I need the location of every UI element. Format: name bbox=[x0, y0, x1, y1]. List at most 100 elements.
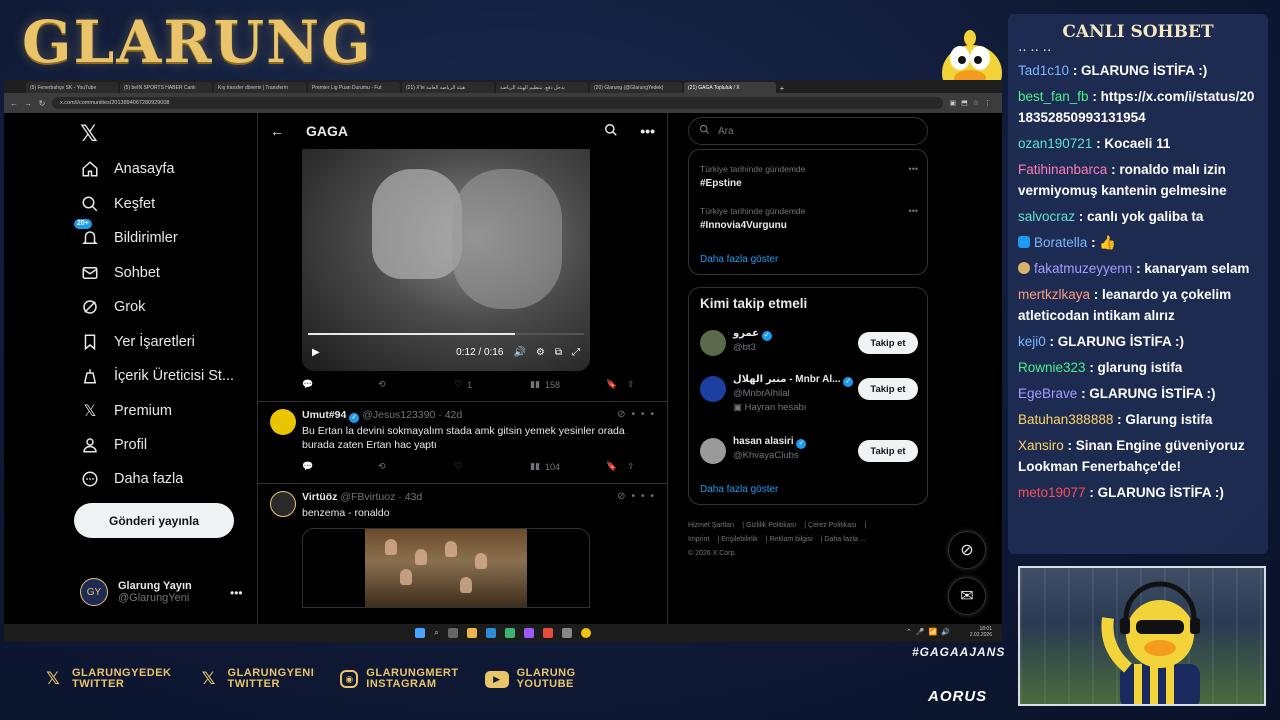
more-dots-icon[interactable]: ••• bbox=[909, 206, 918, 216]
browser-tab[interactable]: Kış transfer dönemi | Transferm bbox=[214, 82, 306, 93]
chrome-icon[interactable] bbox=[580, 628, 591, 638]
tweet[interactable]: Virtüöz @FBvirtuoz · 43d ⊘••• benzema - … bbox=[270, 491, 660, 531]
nav-home[interactable]: Anasayfa bbox=[80, 159, 174, 179]
grok-float-button[interactable]: ⊘ bbox=[948, 531, 986, 569]
bookmark-icon[interactable]: 🔖 bbox=[606, 379, 627, 390]
follow-button[interactable]: Takip et bbox=[858, 378, 918, 400]
forward-icon[interactable]: → bbox=[24, 99, 32, 108]
reply-icon[interactable]: 💬 bbox=[302, 461, 378, 472]
nav-profile[interactable]: Profil bbox=[80, 435, 147, 455]
app-icon[interactable] bbox=[561, 628, 572, 638]
follow-suggestion[interactable]: منبر الهلال - Mnbr Al... ✓ @MnbrAlhilal … bbox=[700, 374, 918, 418]
account-switcher[interactable]: GY Glarung Yayın @GlarungYeni ••• bbox=[80, 578, 243, 606]
views-button[interactable]: ▮▮ 158 bbox=[530, 379, 606, 390]
video-time: 0:12 / 0:16 bbox=[456, 347, 504, 358]
browser-tab[interactable]: (20) Glarung (@GlarungYedek) bbox=[590, 82, 682, 93]
share-icon[interactable]: ⇪ bbox=[627, 461, 648, 472]
nav-label: Premium bbox=[114, 403, 173, 419]
footer-link[interactable]: Daha fazla ... bbox=[824, 536, 865, 543]
nav-bookmarks[interactable]: Yer İşaretleri bbox=[80, 332, 195, 352]
task-view-icon[interactable] bbox=[447, 628, 458, 638]
trend-item[interactable]: Türkiye tarihinde gündemde #Epstine ••• bbox=[700, 164, 918, 189]
footer-link[interactable]: Reklam bilgisi bbox=[770, 536, 813, 543]
browser-tab[interactable]: (5) beIN SPORTS HABER Canlı bbox=[120, 82, 212, 93]
extension-icons[interactable]: ▣⬒☆⋮ bbox=[949, 99, 996, 107]
new-tab-button[interactable]: + bbox=[778, 84, 786, 93]
system-clock[interactable]: 18:01 2.02.2026 bbox=[970, 626, 992, 638]
x-logo-icon[interactable]: 𝕏 bbox=[80, 121, 98, 147]
video-frame-hand bbox=[372, 169, 462, 279]
settings-icon[interactable]: ⚙ bbox=[536, 347, 545, 358]
search-icon[interactable]: ⌕ bbox=[434, 628, 438, 638]
browser-tab-active[interactable]: (21) GAGA Topluluk / X bbox=[684, 82, 776, 93]
video-progress-fill bbox=[308, 333, 515, 335]
browser-tab[interactable]: (21) X'te هيئة الرياضة العامة bbox=[402, 82, 494, 93]
tweet-tools[interactable]: ⊘••• bbox=[617, 491, 660, 502]
share-icon[interactable]: ⇪ bbox=[627, 379, 648, 390]
avatar: GY bbox=[80, 578, 108, 606]
volume-icon[interactable]: 🔊 bbox=[513, 347, 525, 358]
like-icon[interactable]: ♡ bbox=[454, 461, 530, 472]
edge-icon[interactable] bbox=[485, 628, 496, 638]
search-icon[interactable] bbox=[604, 123, 618, 140]
video-progress-bar[interactable] bbox=[308, 333, 584, 335]
system-tray-icons[interactable]: ⌃🎤📶🔊 bbox=[906, 628, 954, 636]
nav-messages[interactable]: Sohbet bbox=[80, 263, 160, 283]
nav-grok[interactable]: Grok bbox=[80, 297, 145, 317]
more-dots-icon[interactable]: ••• bbox=[640, 123, 655, 139]
follow-suggestion[interactable]: hasan alasiri ✓ @KhvayaClubs Takip et bbox=[700, 436, 918, 480]
nav-premium[interactable]: 𝕏 Premium bbox=[80, 401, 172, 421]
back-icon[interactable]: ← bbox=[10, 99, 18, 108]
bookmark-icon[interactable]: 🔖 bbox=[606, 461, 627, 472]
nav-explore[interactable]: Keşfet bbox=[80, 194, 155, 214]
retweet-icon[interactable]: ⟲ bbox=[378, 461, 454, 472]
back-arrow-icon[interactable]: ← bbox=[270, 123, 284, 139]
file-explorer-icon[interactable] bbox=[466, 628, 477, 638]
follow-button[interactable]: Takip et bbox=[858, 440, 918, 462]
social-links: 𝕏 GLARUNGYEDEK TWITTER 𝕏 GLARUNGYENI TWITT… bbox=[42, 668, 576, 690]
pip-icon[interactable]: ⧉ bbox=[555, 347, 562, 358]
fullscreen-icon[interactable]: ⤢ bbox=[572, 347, 580, 358]
footer-link[interactable]: Hizmet Şartları bbox=[688, 522, 734, 529]
retweet-icon[interactable]: ⟲ bbox=[378, 379, 454, 390]
footer-link[interactable]: Çerez Politikası bbox=[808, 522, 857, 529]
more-dots-icon[interactable]: ••• bbox=[909, 164, 918, 174]
show-more-link[interactable]: Daha fazla göster bbox=[700, 254, 778, 265]
show-more-link[interactable]: Daha fazla göster bbox=[700, 484, 778, 495]
footer-link[interactable]: Gizlilik Politikası bbox=[746, 522, 796, 529]
reply-icon[interactable]: 💬 bbox=[302, 379, 378, 390]
browser-tab[interactable]: (5) Fenerbahçe SK - YouTube bbox=[26, 82, 118, 93]
nav-notifications[interactable]: 20+ Bildirimler bbox=[74, 219, 178, 248]
more-dots-icon[interactable]: ••• bbox=[230, 586, 243, 600]
follow-button[interactable]: Takip et bbox=[858, 332, 918, 354]
reload-icon[interactable]: ↻ bbox=[38, 99, 46, 108]
tweet-tools[interactable]: ⊘••• bbox=[617, 409, 660, 420]
browser-tab[interactable]: يدخل دفع. بتنظيم الهيئة الرياضة bbox=[496, 82, 588, 93]
nav-creator-studio[interactable]: İçerik Üreticisi St... bbox=[80, 366, 234, 386]
tweet-media[interactable] bbox=[302, 528, 590, 608]
search-input[interactable]: Ara bbox=[688, 117, 928, 145]
chat-message: salvocraz : canlı yok galiba ta bbox=[1018, 206, 1258, 227]
social-link: 𝕏 GLARUNGYEDEK TWITTER bbox=[42, 668, 172, 690]
app-icon[interactable] bbox=[523, 628, 534, 638]
messages-float-button[interactable]: ✉ bbox=[948, 577, 986, 615]
tab-title: (21) X'te هيئة الرياضة العامة bbox=[406, 85, 465, 91]
views-button[interactable]: ▮▮ 104 bbox=[530, 461, 606, 472]
nav-more[interactable]: Daha fazla bbox=[80, 469, 183, 489]
video-player[interactable]: ▶ 0:12 / 0:16 🔊 ⚙ ⧉ ⤢ bbox=[302, 149, 590, 371]
trend-item[interactable]: Türkiye tarihinde gündemde #Innovia4Vurg… bbox=[700, 206, 918, 231]
avatar-badge-icon bbox=[1018, 262, 1030, 274]
windows-start-icon[interactable] bbox=[415, 628, 426, 638]
x-icon: 𝕏 bbox=[201, 669, 216, 688]
app-icon[interactable] bbox=[504, 628, 515, 638]
like-button[interactable]: ♡ 1 bbox=[454, 379, 530, 390]
play-icon[interactable]: ▶ bbox=[312, 347, 320, 358]
follow-suggestion[interactable]: عمرو ✓ @bt3 Takip et bbox=[700, 328, 918, 372]
app-icon[interactable] bbox=[542, 628, 553, 638]
chat-text: : GLARUNG İSTİFA :) bbox=[1072, 63, 1208, 78]
footer-link[interactable]: Erişilebilirlik bbox=[721, 536, 758, 543]
footer-link[interactable]: Imprint bbox=[688, 536, 709, 543]
post-button[interactable]: Gönderi yayınla bbox=[74, 503, 234, 538]
browser-tab[interactable]: Premier Lig Puan Durumu - Fut bbox=[308, 82, 400, 93]
address-bar[interactable]: x.com/i/communities/2013894067280929008 bbox=[52, 97, 944, 109]
